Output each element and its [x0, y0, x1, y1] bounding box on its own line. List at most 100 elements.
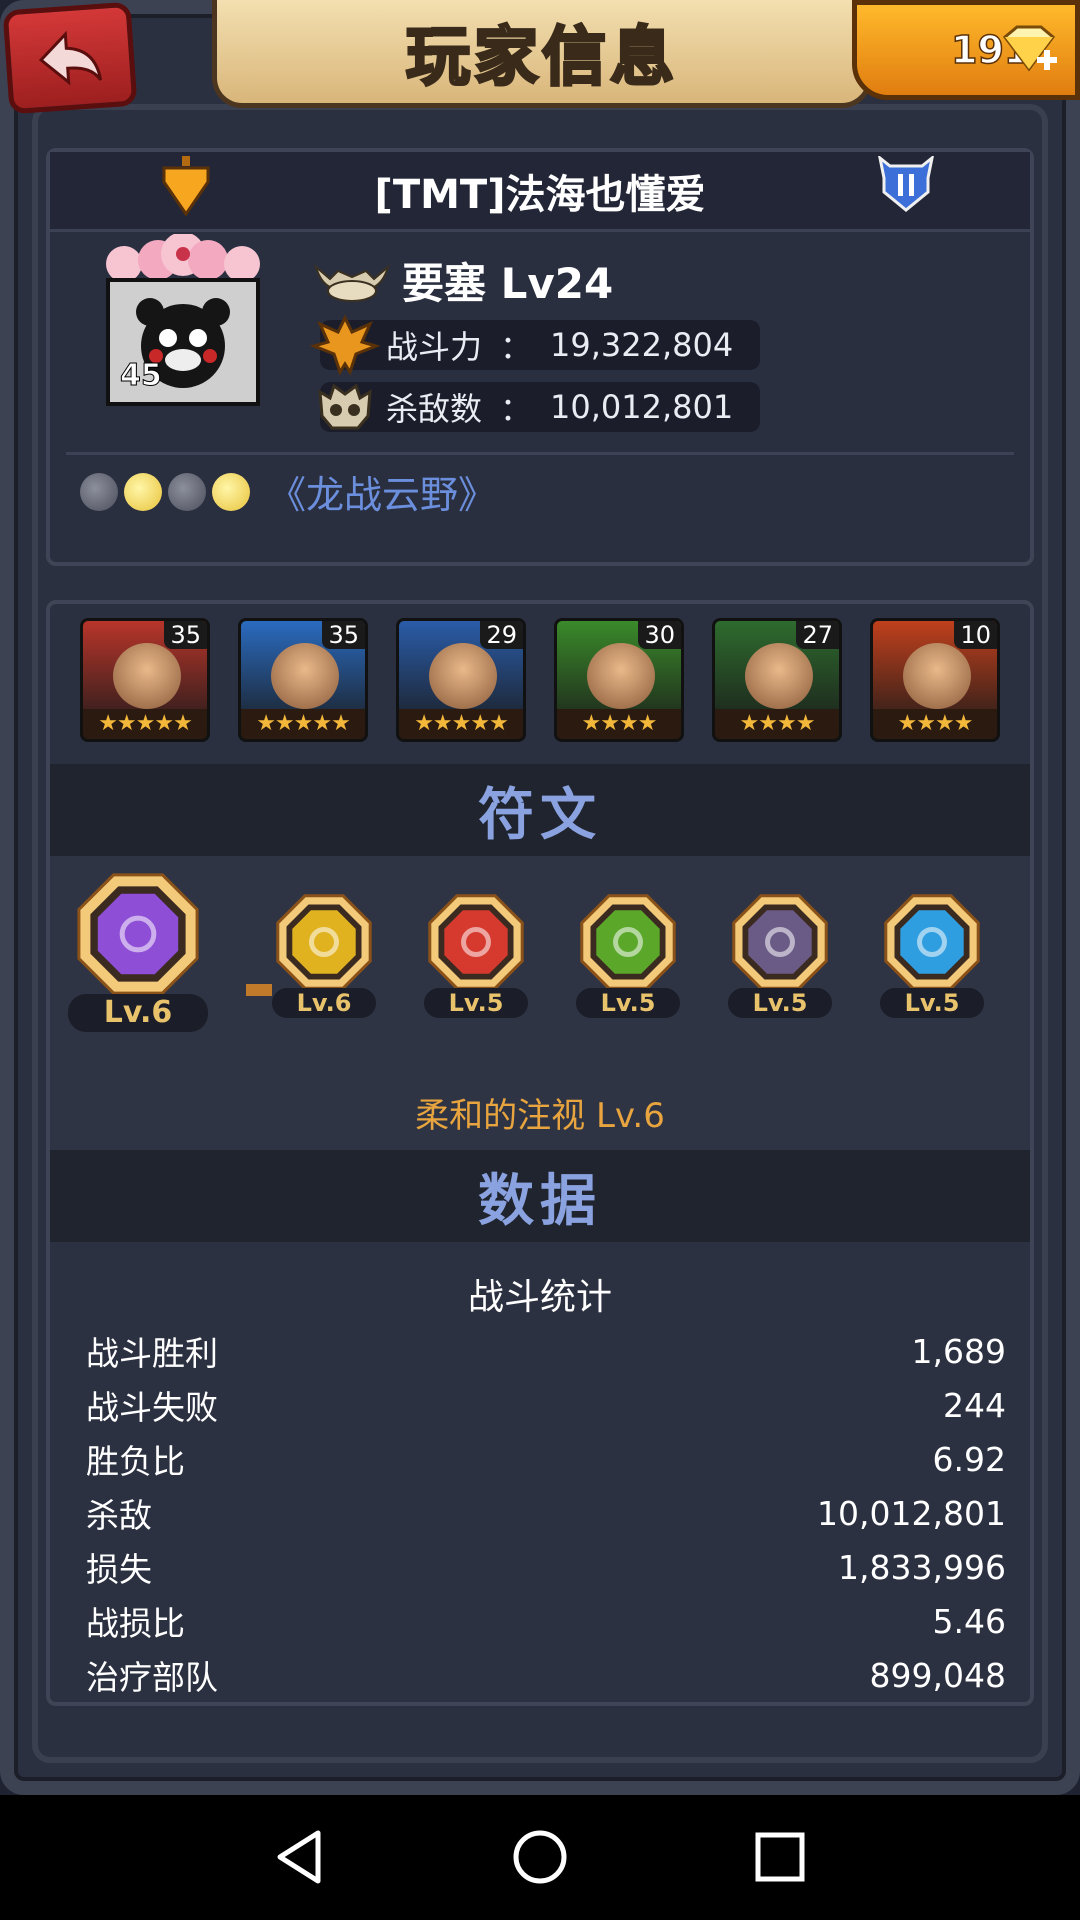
rune-level: Lv.5 [880, 988, 984, 1018]
cross-rune-icon [428, 894, 524, 990]
divider [66, 452, 1014, 455]
stat-value: 1,689 [911, 1331, 1006, 1371]
rune-slot[interactable]: Lv.5 [424, 890, 528, 1018]
page-title: 玩家信息 [405, 19, 678, 96]
anchor-rune-icon [884, 894, 980, 990]
spiral-rune-icon [77, 873, 199, 995]
stat-label: 治疗部队 [86, 1658, 218, 1697]
back-arrow-icon [38, 30, 103, 86]
hero-level: 29 [480, 621, 523, 649]
stat-label: 损失 [86, 1550, 152, 1589]
rune-slot[interactable]: Lv.6 [68, 868, 208, 1032]
kills-separator: ： [500, 390, 533, 428]
hero-list: 35 ★★★★★ 35 ★★★★★ 29 ★★★★★ 30 ★★★★ 27 ★★★★ 10… [80, 618, 1000, 742]
stat-label: 战斗胜利 [86, 1334, 218, 1373]
leaf-rune-icon [580, 894, 676, 990]
power-label: 战斗力 [386, 328, 483, 366]
nav-recents-icon[interactable] [748, 1825, 812, 1889]
stat-label: 胜负比 [86, 1442, 185, 1481]
base-info: 要塞 Lv24 [312, 250, 613, 311]
kills-value: 10,012,801 [550, 388, 734, 426]
skull-icon [318, 383, 372, 430]
eagle-emblem-icon [310, 314, 380, 376]
stats-title: 战斗统计 [467, 1277, 612, 1318]
stat-label: 战损比 [86, 1604, 185, 1643]
stat-row: 战斗失败 244 [86, 1378, 1006, 1432]
hero-card[interactable]: 30 ★★★★ [554, 618, 684, 742]
hero-portrait [429, 643, 497, 709]
hero-stars: ★★★★★ [399, 709, 523, 739]
profile-panel: [TMT]法海也懂爱 45 要塞 Lv24 战斗力 ： 19,322,804 杀… [46, 148, 1034, 566]
runes-area: Lv.6 Lv.6 Lv.5 Lv.5 Lv.5 Lv.5 柔和的注视 Lv.6 [50, 856, 1030, 1150]
hero-portrait [745, 643, 813, 709]
rune-slot[interactable]: Lv.6 [272, 890, 376, 1018]
hero-level: 35 [322, 621, 365, 649]
rune-level: Lv.6 [68, 994, 208, 1032]
base-level: 要塞 Lv24 [402, 259, 614, 308]
rune-level: Lv.5 [424, 988, 528, 1018]
league-badge-icon[interactable] [876, 156, 936, 214]
stats-area: 战斗统计 战斗胜利 1,689 战斗失败 244 胜负比 6.92 杀敌 10,012,… [50, 1242, 1030, 1702]
stat-value: 899,048 [869, 1655, 1006, 1695]
hero-portrait [587, 643, 655, 709]
power-value: 19,322,804 [550, 326, 734, 364]
stat-value: 5.46 [932, 1601, 1006, 1641]
player-name: [TMT]法海也懂爱 [374, 171, 706, 218]
hero-stars: ★★★★ [557, 709, 681, 739]
rune-level: Lv.6 [272, 988, 376, 1018]
hero-level: 10 [954, 621, 997, 649]
data-section-header: 数据 [50, 1150, 1030, 1242]
rune-level: Lv.5 [576, 988, 680, 1018]
stat-row: 治疗部队 899,048 [86, 1648, 1006, 1702]
rune-level: Lv.5 [728, 988, 832, 1018]
rank-flag-icon[interactable] [160, 156, 212, 218]
nav-back-icon[interactable] [268, 1825, 332, 1889]
stat-label: 战斗失败 [86, 1388, 218, 1427]
stat-row: 胜负比 6.92 [86, 1432, 1006, 1486]
rune-slot[interactable]: Lv.5 [728, 890, 832, 1018]
full-moon-icon [212, 472, 250, 511]
stat-value: 244 [943, 1385, 1006, 1425]
horned-helmet-icon [314, 263, 390, 302]
nav-home-icon[interactable] [508, 1825, 572, 1889]
selected-rune-name: 柔和的注视 Lv.6 [415, 1096, 665, 1136]
hero-card[interactable]: 29 ★★★★★ [396, 618, 526, 742]
hero-level: 30 [638, 621, 681, 649]
stat-row: 杀敌 10,012,801 [86, 1486, 1006, 1540]
main-panel: 35 ★★★★★ 35 ★★★★★ 29 ★★★★★ 30 ★★★★ 27 ★★★★ 10… [46, 600, 1034, 1706]
rune-slot[interactable]: Lv.5 [880, 890, 984, 1018]
avatar[interactable]: 45 [102, 234, 264, 412]
hero-portrait [113, 643, 181, 709]
data-section-title: 数据 [478, 1168, 602, 1234]
runes-section-header: 符文 [50, 764, 1030, 856]
rune-slot[interactable]: Lv.5 [576, 890, 680, 1018]
diamond-plus-icon[interactable] [997, 23, 1061, 79]
honor-title[interactable]: 《龙战云野》 [268, 464, 496, 519]
hero-level: 27 [796, 621, 839, 649]
hero-portrait [903, 643, 971, 709]
hero-portrait [271, 643, 339, 709]
hero-card[interactable]: 35 ★★★★★ [238, 618, 368, 742]
full-moon-icon [124, 472, 162, 511]
hero-level: 35 [164, 621, 207, 649]
power-separator: ： [500, 328, 533, 366]
hero-card[interactable]: 27 ★★★★ [712, 618, 842, 742]
gem-counter[interactable]: 191 [852, 0, 1080, 100]
dark-moon-icon [80, 472, 118, 511]
power-row: 战斗力 ： 19,322,804 [310, 314, 760, 376]
stat-row: 战斗胜利 1,689 [86, 1324, 1006, 1378]
back-button[interactable] [2, 1, 138, 115]
title-banner: 玩家信息 [212, 0, 872, 108]
bars-rune-icon [732, 894, 828, 990]
hero-stars: ★★★★★ [241, 709, 365, 739]
diamond-rune-icon [276, 894, 372, 990]
dark-moon-icon [168, 472, 206, 511]
system-nav-bar [0, 1795, 1080, 1920]
hero-card[interactable]: 10 ★★★★ [870, 618, 1000, 742]
stat-value: 10,012,801 [817, 1493, 1006, 1533]
stat-label: 杀敌 [86, 1496, 152, 1535]
hero-stars: ★★★★ [873, 709, 997, 739]
hero-card[interactable]: 35 ★★★★★ [80, 618, 210, 742]
kills-row: 杀敌数 ： 10,012,801 [318, 382, 760, 432]
avatar-level: 45 [120, 358, 163, 394]
